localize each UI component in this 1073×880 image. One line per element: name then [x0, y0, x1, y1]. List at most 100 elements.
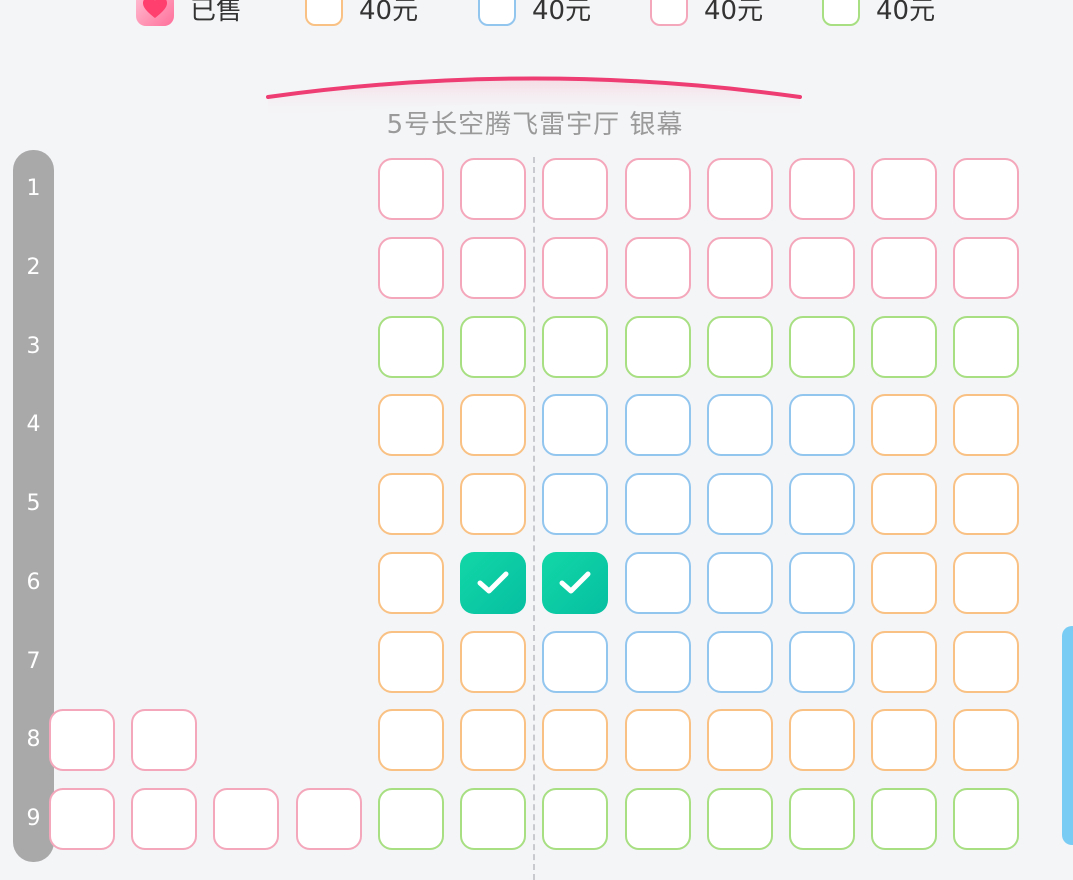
- seat-r7-c12[interactable]: [953, 630, 1019, 693]
- seat-r9-c7[interactable]: [542, 788, 608, 850]
- seat-r6-c8[interactable]: [625, 551, 691, 614]
- seat-r2-c8[interactable]: [625, 236, 691, 299]
- seat-r3-c5[interactable]: [378, 315, 444, 378]
- seat-r9-c8[interactable]: [625, 788, 691, 850]
- seat-r6-c9[interactable]: [707, 551, 773, 614]
- seat-r4-c12[interactable]: [953, 394, 1019, 457]
- checkmark-icon: [559, 571, 591, 594]
- seat-r3-c12[interactable]: [953, 315, 1019, 378]
- green-seat-swatch: [822, 0, 860, 26]
- seat-r7-c11[interactable]: [871, 630, 937, 693]
- seat-r6-c11[interactable]: [871, 551, 937, 614]
- seat-r4-c11[interactable]: [871, 394, 937, 457]
- seat-r2-c7[interactable]: [542, 236, 608, 299]
- seat-r8-c12[interactable]: [953, 709, 1019, 772]
- legend-item-orange: 40元: [305, 0, 418, 28]
- seat-r4-c10[interactable]: [789, 394, 855, 457]
- seat-selected-r6-c6[interactable]: [460, 551, 526, 614]
- seat-r1-c8[interactable]: [625, 158, 691, 220]
- legend-label-blue: 40元: [532, 0, 592, 26]
- seat-r8-c1[interactable]: [49, 709, 115, 772]
- seat-r3-c8[interactable]: [625, 315, 691, 378]
- seat-r7-c6[interactable]: [460, 630, 526, 693]
- seat-r2-c10[interactable]: [789, 236, 855, 299]
- seat-r7-c9[interactable]: [707, 630, 773, 693]
- seat-r4-c6[interactable]: [460, 394, 526, 457]
- seat-r8-c10[interactable]: [789, 709, 855, 772]
- seat-r4-c7[interactable]: [542, 394, 608, 457]
- screen-indicator: 5号长空腾飞雷宇厅 银幕: [250, 60, 820, 140]
- row-number-2: 2: [26, 254, 41, 280]
- row-number-6: 6: [26, 569, 41, 595]
- seat-r5-c11[interactable]: [871, 473, 937, 535]
- seat-r4-c5[interactable]: [378, 394, 444, 457]
- seat-r1-c6[interactable]: [460, 158, 526, 220]
- legend-label-sold: 已售: [190, 0, 243, 26]
- seat-r4-c8[interactable]: [625, 394, 691, 457]
- seat-r1-c5[interactable]: [378, 158, 444, 220]
- heart-icon: [143, 0, 167, 18]
- seat-r9-c10[interactable]: [789, 788, 855, 850]
- legend-item-sold: 已售: [136, 0, 242, 28]
- legend-item-pink: 40元: [650, 0, 763, 28]
- seat-r8-c2[interactable]: [131, 709, 197, 772]
- seat-r4-c9[interactable]: [707, 394, 773, 457]
- seat-r1-c9[interactable]: [707, 158, 773, 220]
- seat-r3-c6[interactable]: [460, 315, 526, 378]
- seat-r7-c10[interactable]: [789, 630, 855, 693]
- row-number-bar: 1 2 3 4 5 6 7 8 9: [13, 150, 54, 862]
- checkmark-icon: [477, 571, 509, 594]
- seat-r5-c10[interactable]: [789, 473, 855, 535]
- seat-r1-c10[interactable]: [789, 158, 855, 220]
- seat-r6-c12[interactable]: [953, 551, 1019, 614]
- seat-r2-c9[interactable]: [707, 236, 773, 299]
- seat-r5-c12[interactable]: [953, 473, 1019, 535]
- legend-item-blue: 40元: [478, 0, 591, 28]
- seat-r3-c10[interactable]: [789, 315, 855, 378]
- seat-r9-c4[interactable]: [296, 788, 362, 850]
- seat-r8-c5[interactable]: [378, 709, 444, 772]
- seat-legend: 已售 40元 40元 40元 40元: [0, 0, 1073, 28]
- seat-r8-c11[interactable]: [871, 709, 937, 772]
- seat-selected-r6-c7[interactable]: [542, 551, 608, 614]
- side-drawer-tab[interactable]: [1062, 626, 1073, 845]
- seat-r2-c12[interactable]: [953, 236, 1019, 299]
- seat-r1-c11[interactable]: [871, 158, 937, 220]
- seat-r6-c5[interactable]: [378, 551, 444, 614]
- seat-r5-c7[interactable]: [542, 473, 608, 535]
- seat-r9-c9[interactable]: [707, 788, 773, 850]
- legend-item-green: 40元: [822, 0, 935, 28]
- seat-r2-c6[interactable]: [460, 236, 526, 299]
- seat-r9-c11[interactable]: [871, 788, 937, 850]
- screen-label: 5号长空腾飞雷宇厅 银幕: [386, 110, 684, 140]
- seat-r9-c3[interactable]: [213, 788, 279, 850]
- seat-r7-c5[interactable]: [378, 630, 444, 693]
- seat-r5-c8[interactable]: [625, 473, 691, 535]
- seat-r9-c2[interactable]: [131, 788, 197, 850]
- seat-r2-c11[interactable]: [871, 236, 937, 299]
- seat-r9-c12[interactable]: [953, 788, 1019, 850]
- seat-r1-c7[interactable]: [542, 158, 608, 220]
- seat-r9-c5[interactable]: [378, 788, 444, 850]
- seat-r6-c10[interactable]: [789, 551, 855, 614]
- seat-r5-c5[interactable]: [378, 473, 444, 535]
- seat-r8-c7[interactable]: [542, 709, 608, 772]
- seat-r8-c9[interactable]: [707, 709, 773, 772]
- seat-r3-c9[interactable]: [707, 315, 773, 378]
- orange-seat-swatch: [305, 0, 343, 26]
- seat-r1-c12[interactable]: [953, 158, 1019, 220]
- seat-r5-c6[interactable]: [460, 473, 526, 535]
- row-number-9: 9: [26, 806, 41, 831]
- row-number-8: 8: [26, 727, 41, 753]
- row-number-7: 7: [26, 648, 41, 674]
- seat-r8-c8[interactable]: [625, 709, 691, 772]
- seat-r5-c9[interactable]: [707, 473, 773, 535]
- seat-r3-c7[interactable]: [542, 315, 608, 378]
- seat-r3-c11[interactable]: [871, 315, 937, 378]
- seat-r7-c7[interactable]: [542, 630, 608, 693]
- seat-r9-c6[interactable]: [460, 788, 526, 850]
- seat-r9-c1[interactable]: [49, 788, 115, 850]
- seat-r7-c8[interactable]: [625, 630, 691, 693]
- seat-r2-c5[interactable]: [378, 236, 444, 299]
- seat-r8-c6[interactable]: [460, 709, 526, 772]
